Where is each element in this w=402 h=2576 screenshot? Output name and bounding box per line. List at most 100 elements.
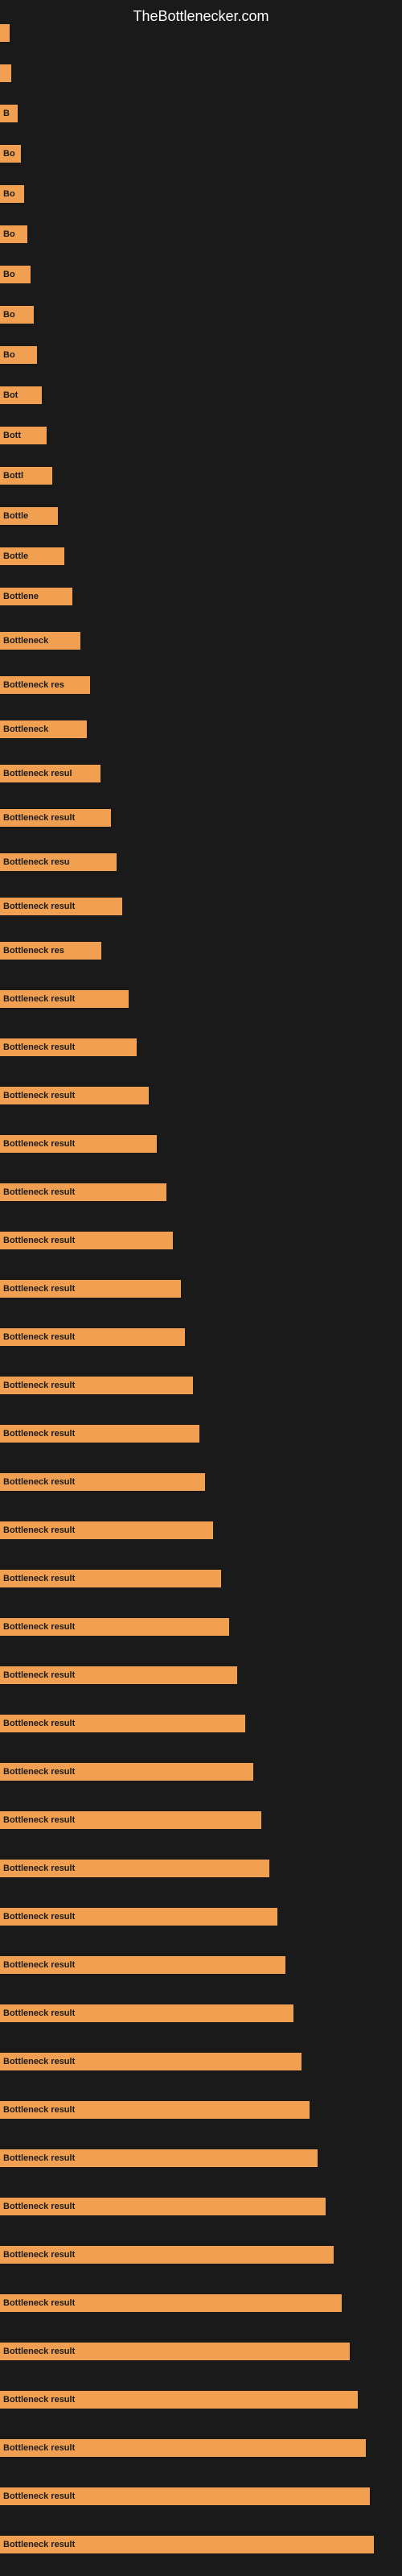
bar-item-32: Bottleneck result — [0, 1377, 193, 1394]
bar-item-38: Bottleneck result — [0, 1666, 237, 1684]
bar-item-17: Bottleneck res — [0, 676, 90, 694]
bar-item-40: Bottleneck result — [0, 1763, 253, 1781]
bar-label-3: B — [3, 109, 10, 118]
bar-item-6: Bo — [0, 225, 27, 243]
bar-item-13: Bottle — [0, 507, 58, 525]
bar-item-18: Bottleneck — [0, 720, 87, 738]
bar-label-42: Bottleneck result — [3, 1864, 75, 1873]
bar-label-22: Bottleneck result — [3, 902, 75, 911]
bar-label-47: Bottleneck result — [3, 2105, 75, 2115]
bar-item-44: Bottleneck result — [0, 1956, 285, 1974]
bar-label-31: Bottleneck result — [3, 1332, 75, 1342]
bar-label-13: Bottle — [3, 511, 28, 521]
bar-label-24: Bottleneck result — [3, 994, 75, 1004]
bar-label-20: Bottleneck result — [3, 813, 75, 823]
bar-label-39: Bottleneck result — [3, 1719, 75, 1728]
bar-item-31: Bottleneck result — [0, 1328, 185, 1346]
bar-label-12: Bottl — [3, 471, 23, 481]
bar-item-29: Bottleneck result — [0, 1232, 173, 1249]
bar-item-11: Bott — [0, 427, 47, 444]
bar-label-32: Bottleneck result — [3, 1381, 75, 1390]
bar-label-23: Bottleneck res — [3, 946, 64, 956]
bar-label-35: Bottleneck result — [3, 1525, 75, 1535]
bar-item-35: Bottleneck result — [0, 1521, 213, 1539]
bar-item-24: Bottleneck result — [0, 990, 129, 1008]
bar-label-14: Bottle — [3, 551, 28, 561]
bar-label-19: Bottleneck resul — [3, 769, 72, 778]
bar-label-51: Bottleneck result — [3, 2298, 75, 2308]
bar-label-15: Bottlene — [3, 592, 39, 601]
bar-item-46: Bottleneck result — [0, 2053, 302, 2070]
bar-label-50: Bottleneck result — [3, 2250, 75, 2260]
bar-label-34: Bottleneck result — [3, 1477, 75, 1487]
bar-label-7: Bo — [3, 270, 15, 279]
bar-item-28: Bottleneck result — [0, 1183, 166, 1201]
bar-item-27: Bottleneck result — [0, 1135, 157, 1153]
bar-item-51: Bottleneck result — [0, 2294, 342, 2312]
bar-label-5: Bo — [3, 189, 15, 199]
bar-item-54: Bottleneck result — [0, 2439, 366, 2457]
bar-item-30: Bottleneck result — [0, 1280, 181, 1298]
bar-item-22: Bottleneck result — [0, 898, 122, 915]
bar-label-33: Bottleneck result — [3, 1429, 75, 1439]
bar-label-21: Bottleneck resu — [3, 857, 70, 867]
bar-item-26: Bottleneck result — [0, 1087, 149, 1104]
bar-item-25: Bottleneck result — [0, 1038, 137, 1056]
bar-label-27: Bottleneck result — [3, 1139, 75, 1149]
bar-item-50: Bottleneck result — [0, 2246, 334, 2264]
bar-label-16: Bottleneck — [3, 636, 48, 646]
bar-label-56: Bottleneck result — [3, 2540, 75, 2549]
bar-item-3: B — [0, 105, 18, 122]
site-title: TheBottlenecker.com — [0, 0, 402, 29]
bar-item-56: Bottleneck result — [0, 2536, 374, 2553]
bar-label-26: Bottleneck result — [3, 1091, 75, 1100]
bar-label-4: Bo — [3, 149, 15, 159]
bar-item-21: Bottleneck resu — [0, 853, 117, 871]
bar-item-4: Bo — [0, 145, 21, 163]
bar-label-10: Bot — [3, 390, 18, 400]
bar-label-11: Bott — [3, 431, 21, 440]
bar-label-44: Bottleneck result — [3, 1960, 75, 1970]
bar-item-53: Bottleneck result — [0, 2391, 358, 2409]
bar-item-47: Bottleneck result — [0, 2101, 310, 2119]
bar-item-14: Bottle — [0, 547, 64, 565]
bar-item-49: Bottleneck result — [0, 2198, 326, 2215]
bar-label-41: Bottleneck result — [3, 1815, 75, 1825]
bar-item-52: Bottleneck result — [0, 2343, 350, 2360]
bar-label-55: Bottleneck result — [3, 2491, 75, 2501]
bar-item-16: Bottleneck — [0, 632, 80, 650]
bar-label-40: Bottleneck result — [3, 1767, 75, 1777]
bar-item-20: Bottleneck result — [0, 809, 111, 827]
bar-label-52: Bottleneck result — [3, 2347, 75, 2356]
bar-item-39: Bottleneck result — [0, 1715, 245, 1732]
bar-item-33: Bottleneck result — [0, 1425, 199, 1443]
bar-item-34: Bottleneck result — [0, 1473, 205, 1491]
bar-item-7: Bo — [0, 266, 31, 283]
bar-item-5: Bo — [0, 185, 24, 203]
bar-item-23: Bottleneck res — [0, 942, 101, 960]
bar-label-6: Bo — [3, 229, 15, 239]
bar-item-36: Bottleneck result — [0, 1570, 221, 1587]
bar-label-45: Bottleneck result — [3, 2008, 75, 2018]
bar-item-19: Bottleneck resul — [0, 765, 100, 782]
bar-label-46: Bottleneck result — [3, 2057, 75, 2066]
bar-item-48: Bottleneck result — [0, 2149, 318, 2167]
bar-label-43: Bottleneck result — [3, 1912, 75, 1922]
bar-label-49: Bottleneck result — [3, 2202, 75, 2211]
bar-label-54: Bottleneck result — [3, 2443, 75, 2453]
bar-item-43: Bottleneck result — [0, 1908, 277, 1926]
bar-item-15: Bottlene — [0, 588, 72, 605]
bar-label-48: Bottleneck result — [3, 2153, 75, 2163]
bar-item-55: Bottleneck result — [0, 2487, 370, 2505]
bar-item-42: Bottleneck result — [0, 1860, 269, 1877]
bar-item-8: Bo — [0, 306, 34, 324]
bar-label-36: Bottleneck result — [3, 1574, 75, 1583]
bar-item-37: Bottleneck result — [0, 1618, 229, 1636]
bar-label-53: Bottleneck result — [3, 2395, 75, 2405]
bar-item-2 — [0, 64, 11, 82]
bar-label-9: Bo — [3, 350, 15, 360]
bar-label-8: Bo — [3, 310, 15, 320]
bar-item-9: Bo — [0, 346, 37, 364]
bar-label-29: Bottleneck result — [3, 1236, 75, 1245]
bar-label-28: Bottleneck result — [3, 1187, 75, 1197]
